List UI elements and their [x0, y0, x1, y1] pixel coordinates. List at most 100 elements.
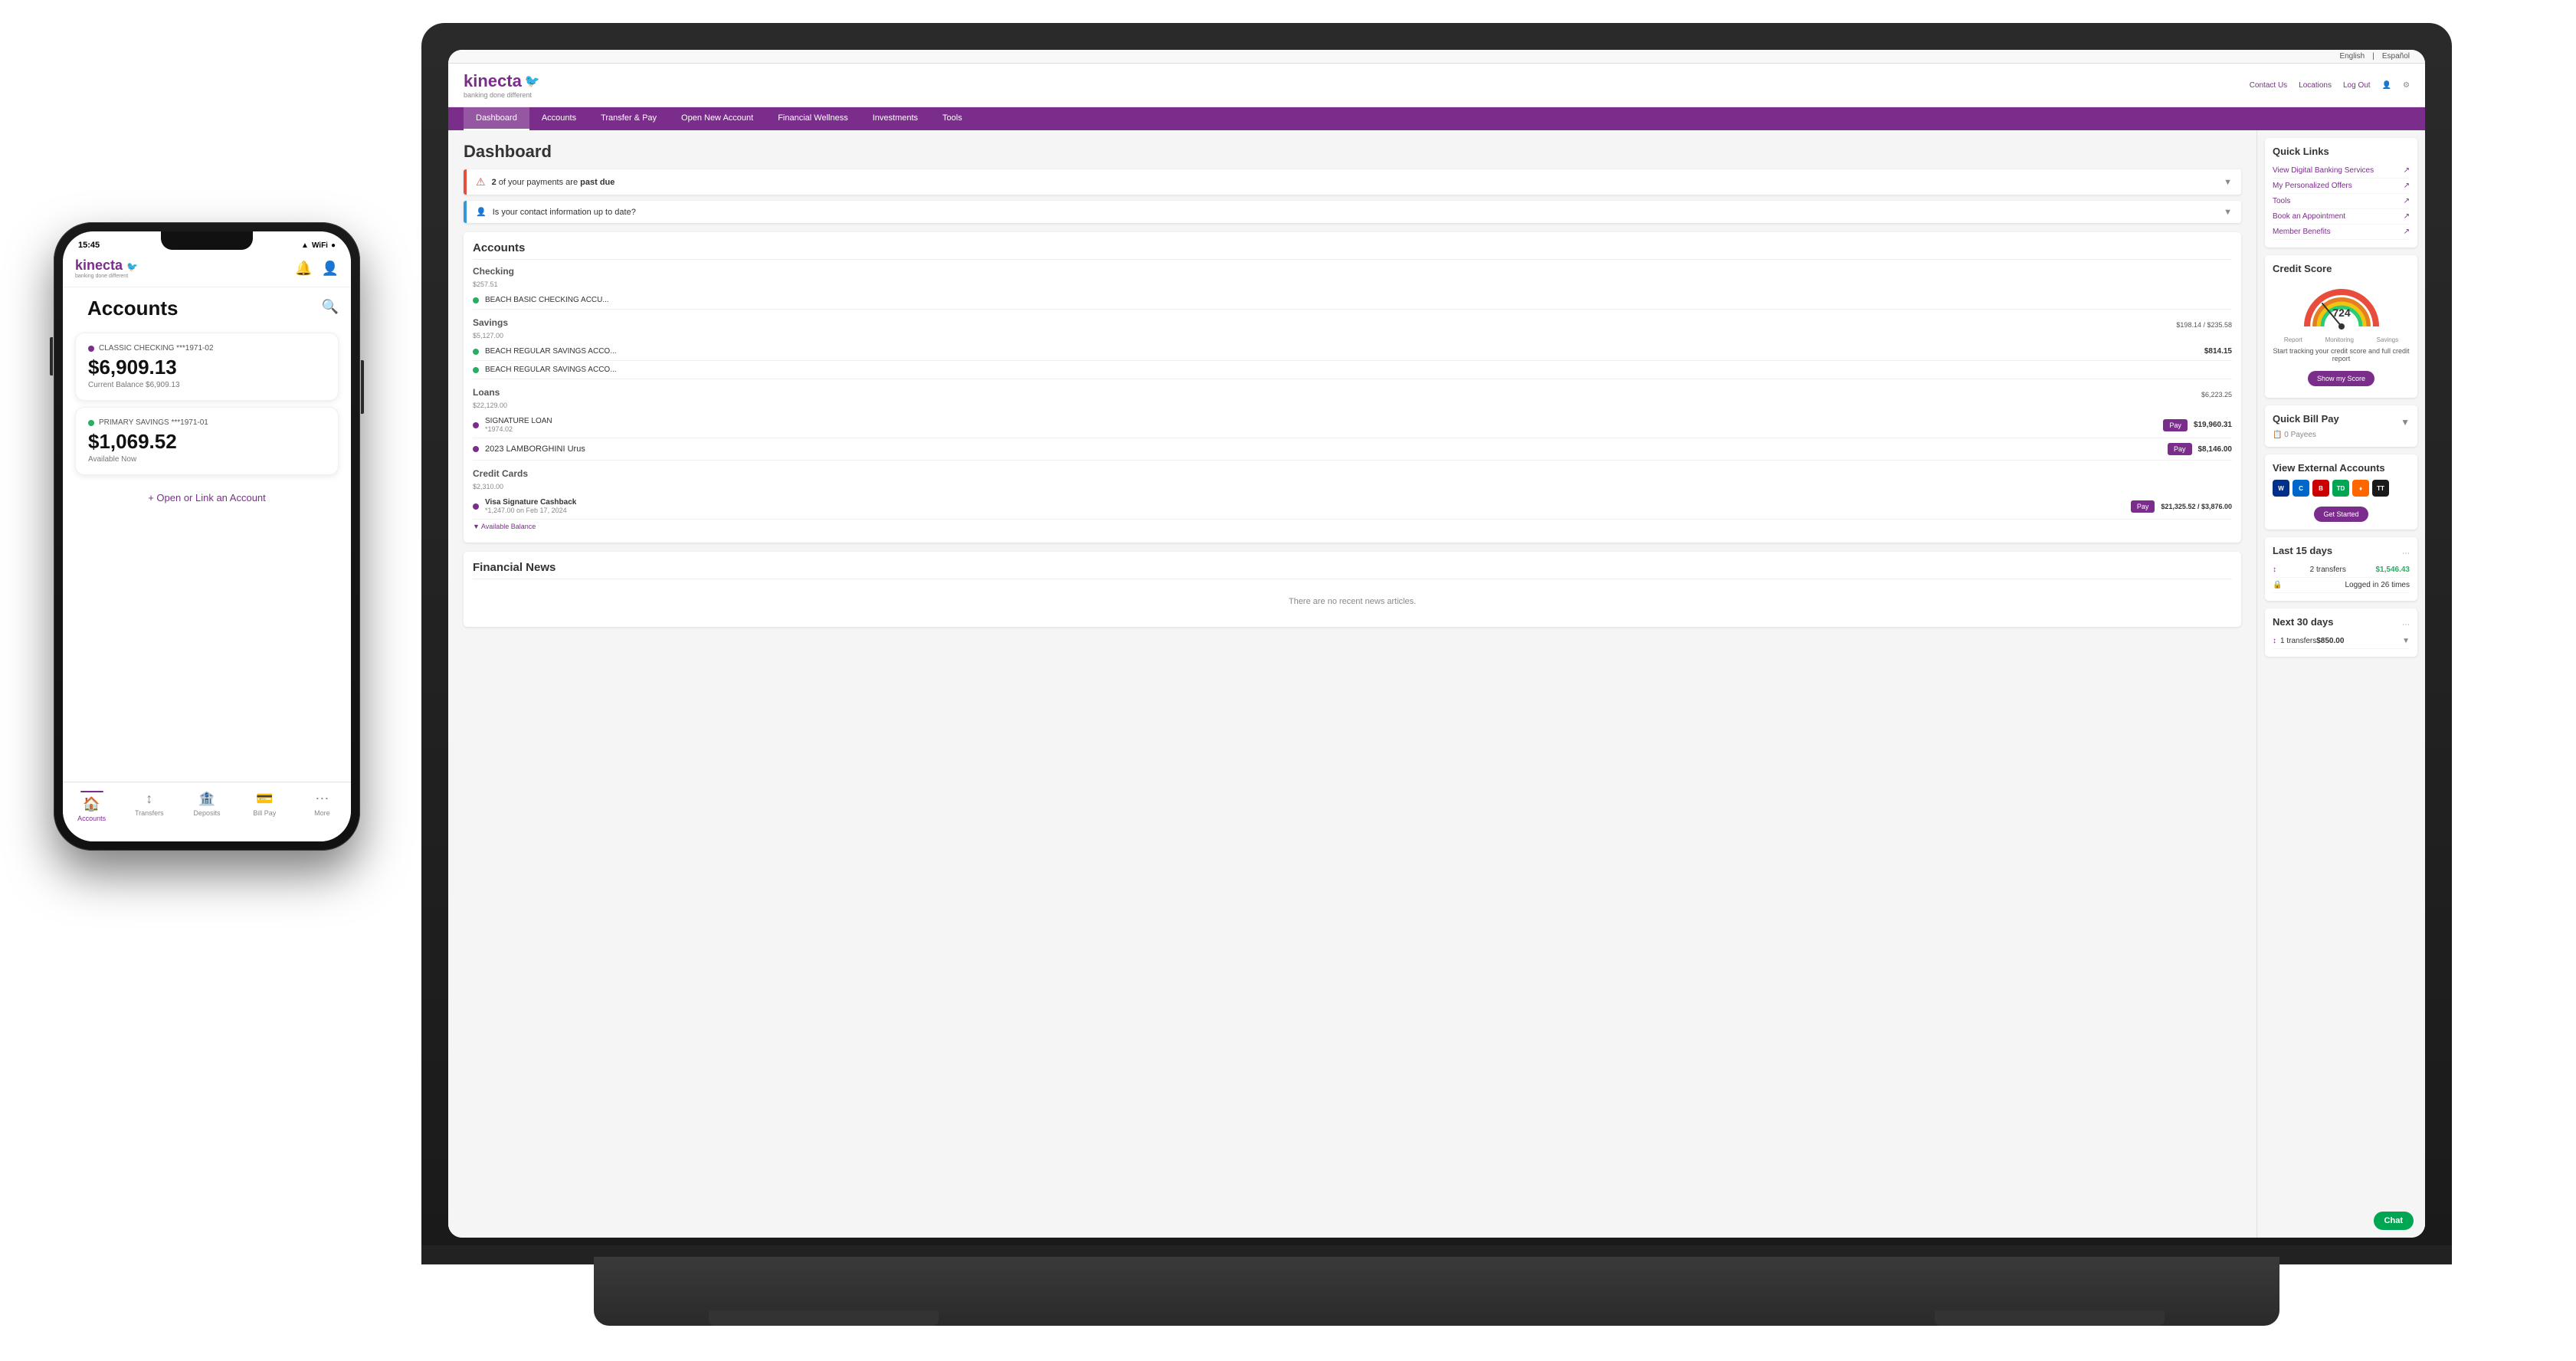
external-link-icon-3: ↗	[2404, 197, 2410, 205]
phone-logo-tagline: banking done different	[75, 274, 138, 279]
laptop: English | Español kinecta 🐦 ba	[421, 23, 2452, 1326]
quick-link-4[interactable]: Book an Appointment ↗	[2273, 209, 2410, 225]
external-accounts-get-started[interactable]: Get Started	[2314, 507, 2368, 522]
accounts-section: Accounts Checking $257.51 BEACH BASIC CH…	[464, 232, 2241, 543]
site-logo: kinecta 🐦 banking done different	[464, 71, 540, 99]
quick-link-3[interactable]: Tools ↗	[2273, 194, 2410, 209]
phone-page-title: Accounts	[75, 287, 190, 326]
nav-financial-wellness[interactable]: Financial Wellness	[765, 107, 860, 130]
savings-balance-1: $814.15	[2204, 347, 2232, 356]
external-accounts-logos: W C B TD ♦ TT	[2273, 480, 2410, 497]
checking-balance: $257.51	[473, 280, 2232, 288]
phone-account-balance-2: $1,069.52	[88, 430, 326, 454]
phone-header-icons: 🔔 👤	[295, 261, 339, 277]
nav-transfer-pay[interactable]: Transfer & Pay	[588, 107, 669, 130]
phone-screen: 15:45 ▲ WiFi ● kinecta 🐦 banking don	[63, 231, 351, 841]
show-my-score-btn[interactable]: Show my Score	[2308, 371, 2374, 386]
chat-button[interactable]: Chat	[2374, 1212, 2414, 1230]
quick-links-title: Quick Links	[2273, 146, 2410, 157]
financial-news: Financial News There are no recent news …	[464, 552, 2241, 627]
last15-item-transfers: ↕ 2 transfers $1,546.43	[2273, 562, 2410, 578]
phone-search-button[interactable]: 🔍	[322, 299, 339, 315]
last15-expand[interactable]: ⋯	[2402, 549, 2410, 558]
loan-pay-btn-2[interactable]: Pay	[2168, 443, 2192, 455]
savings-name-2: BEACH REGULAR SAVINGS ACCO...	[485, 366, 2232, 374]
last15-item-logins: 🔒 Logged in 26 times	[2273, 578, 2410, 593]
phone-nav-transfers-icon: ↕	[146, 791, 152, 807]
phone-status-icons: ▲ WiFi ●	[301, 241, 336, 250]
phone-bottom-nav: 🏠 Accounts ↕ Transfers 🏦 Deposits 💳 Bill…	[63, 782, 351, 841]
logout-link[interactable]: Log Out	[2343, 81, 2371, 90]
laptop-foot-left	[709, 1310, 939, 1326]
lang-english[interactable]: English	[2339, 52, 2365, 61]
bill-pay-empty: 📋 0 Payees	[2273, 431, 2410, 439]
checking-dot	[473, 297, 479, 303]
phone-body: 15:45 ▲ WiFi ● kinecta 🐦 banking don	[54, 222, 360, 851]
user-icon: 👤	[2382, 81, 2391, 90]
credit-card-balance-1: $21,325.52 / $3,876.00	[2161, 503, 2232, 510]
quick-bill-pay-widget: Quick Bill Pay ▼ 📋 0 Payees	[2265, 405, 2417, 447]
locations-link[interactable]: Locations	[2299, 81, 2332, 90]
credit-cards-title: Credit Cards	[473, 468, 2232, 479]
phone-account-sub-1: Current Balance $6,909.13	[88, 381, 326, 389]
phone-nav-more-icon: ⋯	[315, 791, 329, 807]
nav-tools[interactable]: Tools	[930, 107, 975, 130]
nav-dashboard[interactable]: Dashboard	[464, 107, 529, 130]
savings-name-1: BEACH REGULAR SAVINGS ACCO...	[485, 347, 2204, 356]
site-header: kinecta 🐦 banking done different Contact…	[448, 64, 2425, 107]
quick-link-2[interactable]: My Personalized Offers ↗	[2273, 179, 2410, 194]
credit-score-title: Credit Score	[2273, 263, 2410, 274]
nav-accounts[interactable]: Accounts	[529, 107, 588, 130]
loan-item-1: SIGNATURE LOAN *1974.02 Pay $19,960.31	[473, 412, 2232, 438]
phone-notification-icon[interactable]: 🔔	[295, 261, 312, 277]
lang-espanol[interactable]: Español	[2382, 52, 2410, 61]
quick-link-1[interactable]: View Digital Banking Services ↗	[2273, 163, 2410, 179]
phone-open-link[interactable]: + Open or Link an Account	[63, 481, 351, 514]
phone-nav-transfers[interactable]: ↕ Transfers	[120, 787, 178, 826]
gauge-labels: Report Monitoring Savings	[2273, 336, 2410, 343]
phone-nav-accounts[interactable]: 🏠 Accounts	[63, 787, 120, 826]
nav-accounts-underline	[80, 791, 103, 792]
loan-dot-2	[473, 446, 479, 452]
phone-nav-billpay[interactable]: 💳 Bill Pay	[236, 787, 293, 826]
phone-nav-deposits[interactable]: 🏦 Deposits	[178, 787, 235, 826]
ext-logo-discover: ♦	[2352, 480, 2369, 497]
phone-time: 15:45	[78, 241, 100, 250]
phone-nav-more[interactable]: ⋯ More	[293, 787, 351, 826]
nav-investments[interactable]: Investments	[860, 107, 930, 130]
nav-open-account[interactable]: Open New Account	[669, 107, 765, 130]
laptop-screen: English | Español kinecta 🐦 ba	[448, 50, 2425, 1238]
logo-tagline: banking done different	[464, 91, 540, 99]
gauge-label-monitoring: Monitoring	[2325, 336, 2354, 343]
info-expand-icon[interactable]: ▼	[2224, 208, 2232, 217]
lang-separator: |	[2372, 52, 2374, 61]
loan-name-2: 2023 LAMBORGHINI Urus	[485, 444, 2161, 454]
next30-widget: Next 30 days ⋯ ↕ 1 transfers $850.00 ▼	[2265, 608, 2417, 657]
bill-pay-expand[interactable]: ▼	[2401, 417, 2410, 428]
loan-dot-1	[473, 422, 479, 428]
account-dot-checking	[88, 346, 94, 352]
phone-account-balance-1: $6,909.13	[88, 356, 326, 379]
available-balance-link[interactable]: ▼ Available Balance	[473, 520, 2232, 533]
side-button-left	[50, 337, 53, 376]
contact-us-link[interactable]: Contact Us	[2250, 81, 2287, 90]
phone-account-card-1[interactable]: CLASSIC CHECKING ***1971-02 $6,909.13 Cu…	[75, 333, 339, 401]
loan-item-2: 2023 LAMBORGHINI Urus Pay $8,146.00	[473, 438, 2232, 461]
quick-link-5[interactable]: Member Benefits ↗	[2273, 225, 2410, 240]
signal-icon: ▲	[301, 241, 309, 250]
phone-user-icon[interactable]: 👤	[322, 261, 339, 277]
settings-icon: ⚙	[2403, 81, 2410, 90]
phone-nav-deposits-label: Deposits	[194, 809, 221, 817]
loan-pay-btn-1[interactable]: Pay	[2163, 419, 2188, 431]
savings-total: $5,127.00	[473, 332, 2232, 339]
savings-dot-2	[473, 367, 479, 373]
credit-card-pay-btn-1[interactable]: Pay	[2131, 500, 2155, 513]
next30-expand-icon[interactable]: ▼	[2402, 637, 2410, 645]
side-button-right	[361, 360, 364, 414]
next30-item-transfers: ↕ 1 transfers $850.00 ▼	[2273, 634, 2410, 649]
site-content: Dashboard ⚠ 2 of your payments are past …	[448, 130, 2425, 1238]
alert-expand-icon[interactable]: ▼	[2224, 178, 2232, 187]
svg-text:724: 724	[2332, 307, 2351, 319]
phone-account-card-2[interactable]: PRIMARY SAVINGS ***1971-01 $1,069.52 Ava…	[75, 407, 339, 475]
next30-expand[interactable]: ⋯	[2402, 621, 2410, 629]
